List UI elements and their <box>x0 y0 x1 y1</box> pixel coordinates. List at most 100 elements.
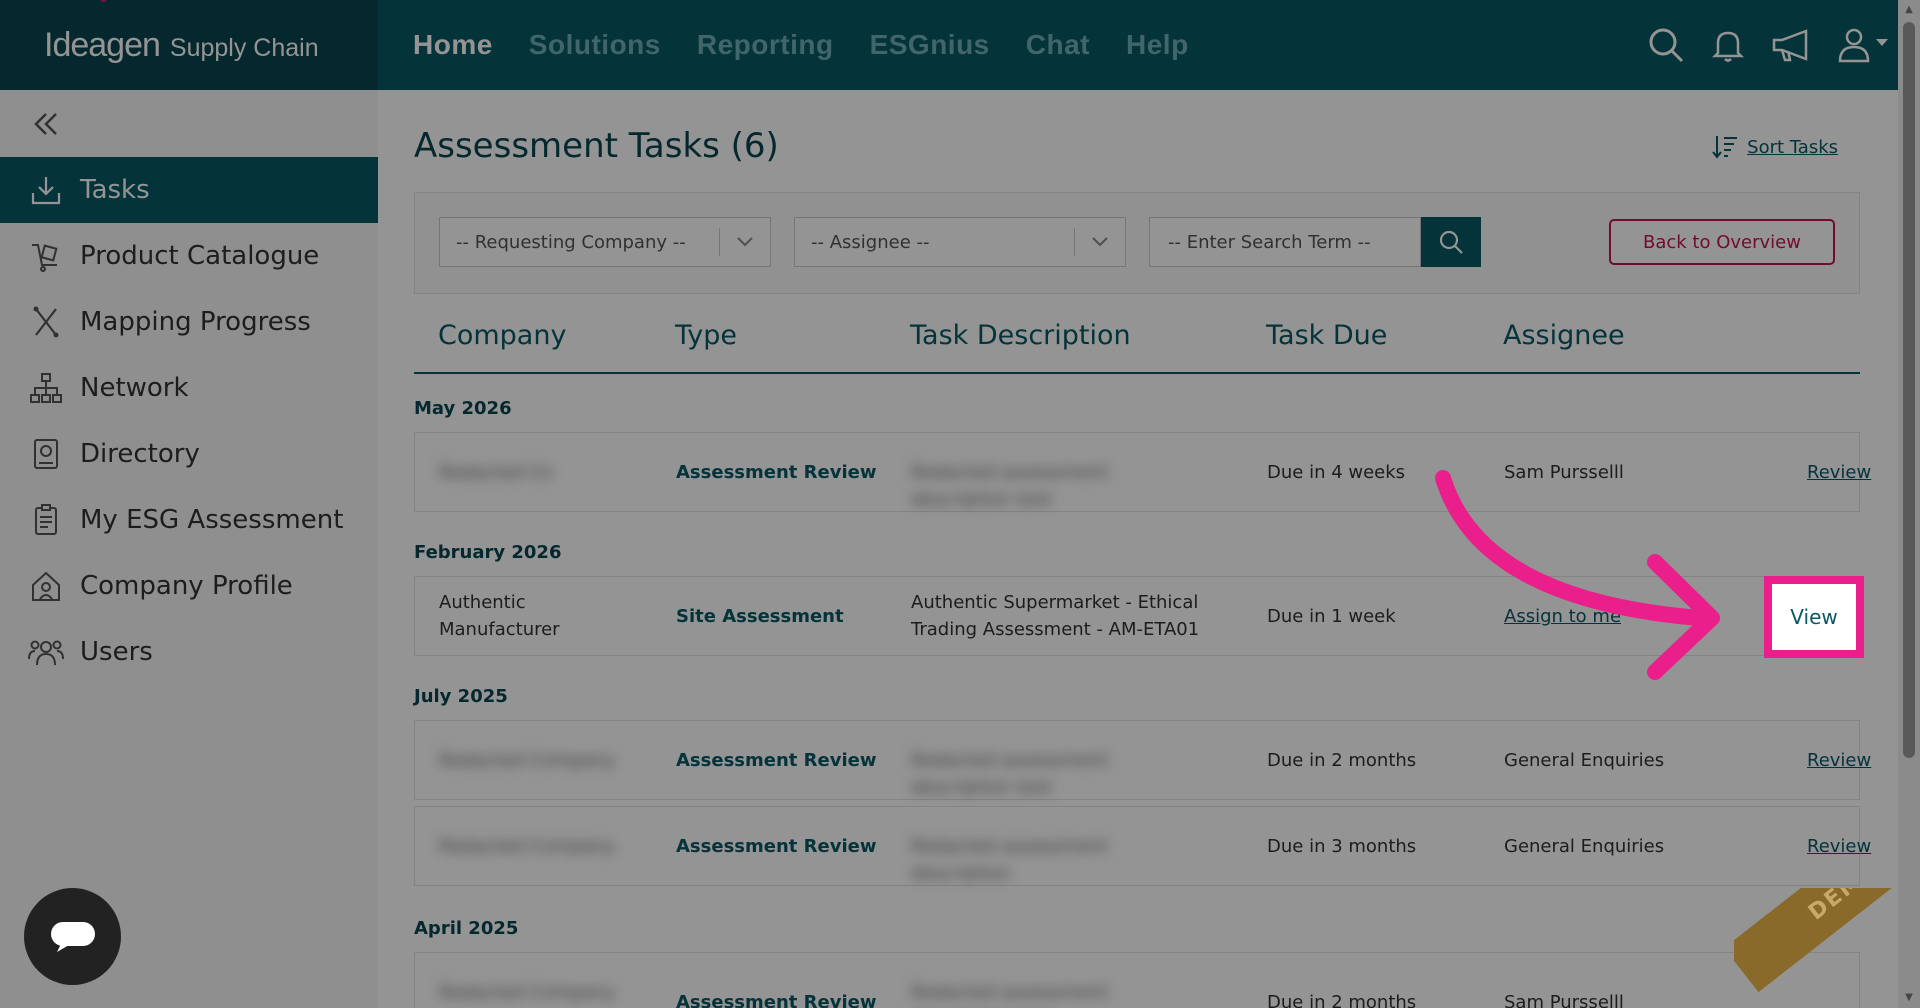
row-description: Redacted assessment description text <box>911 982 1109 1003</box>
tasks-icon <box>28 172 64 208</box>
row-company: Redacted Company <box>439 982 616 1003</box>
row-assignee: General Enquiries <box>1504 750 1665 771</box>
column-header-assignee[interactable]: Assignee <box>1503 320 1625 351</box>
assignee-select[interactable]: -- Assignee -- <box>794 217 1126 267</box>
row-assignee: Sam Pursselll <box>1504 462 1624 483</box>
column-header-task-due[interactable]: Task Due <box>1266 320 1387 351</box>
sidebar-item-my-esg-assessment[interactable]: My ESG Assessment <box>0 487 378 553</box>
logo-wordmark: Ideagen <box>44 25 161 64</box>
sidebar-item-label: Mapping Progress <box>80 307 311 337</box>
network-icon <box>28 370 64 406</box>
table-row: Redacted Company Assessment Review Redac… <box>414 952 1860 1008</box>
nav-help[interactable]: Help <box>1126 29 1189 61</box>
brand-logo[interactable]: Ideagen Supply Chain <box>0 0 378 90</box>
search-field[interactable] <box>1149 217 1421 267</box>
sidebar-item-label: Product Catalogue <box>80 241 320 271</box>
sort-tasks-label: Sort Tasks <box>1747 136 1838 158</box>
scrollbar[interactable]: ▲ ▼ <box>1898 0 1920 1008</box>
sidebar-item-label: Users <box>80 637 153 667</box>
search-icon <box>1439 230 1463 254</box>
chevron-down-icon <box>1075 236 1125 248</box>
table-row: Authentic Manufacturer Site Assessment A… <box>414 576 1860 656</box>
assign-to-me-link[interactable]: Assign to me <box>1504 603 1621 630</box>
review-link[interactable]: Review <box>1807 459 1871 486</box>
main-nav: Home Solutions Reporting ESGnius Chat He… <box>413 0 1189 90</box>
row-company: Redacted Company <box>439 836 616 857</box>
column-header-task-description[interactable]: Task Description <box>910 320 1131 351</box>
row-type: Assessment Review <box>676 750 877 771</box>
nav-home[interactable]: Home <box>413 29 493 61</box>
top-icon-group <box>1646 0 1890 90</box>
sidebar-item-label: Directory <box>80 439 200 469</box>
users-icon <box>28 634 64 670</box>
column-header-company[interactable]: Company <box>438 320 566 351</box>
sidebar-item-label: Tasks <box>80 175 150 205</box>
sidebar-item-label: My ESG Assessment <box>80 505 344 535</box>
bell-icon[interactable] <box>1708 25 1748 65</box>
clipboard-icon <box>28 502 64 538</box>
review-link[interactable]: Review <box>1807 747 1871 774</box>
sidebar-item-tasks[interactable]: Tasks <box>0 157 378 223</box>
view-task-button[interactable]: View <box>1764 576 1864 658</box>
sidebar-item-label: Network <box>80 373 189 403</box>
review-link[interactable]: Review <box>1807 833 1871 860</box>
group-label: April 2025 <box>414 918 519 939</box>
sort-icon <box>1712 136 1738 159</box>
nav-reporting[interactable]: Reporting <box>697 29 834 61</box>
sidebar-item-network[interactable]: Network <box>0 355 378 421</box>
company-icon <box>28 568 64 604</box>
table-header: Company Type Task Description Task Due A… <box>414 304 1860 374</box>
row-type: Site Assessment <box>676 606 844 627</box>
search-input[interactable] <box>1168 231 1408 253</box>
row-company: Authentic Manufacturer <box>439 592 560 640</box>
row-description: Redacted assessment description text <box>911 462 1109 510</box>
main-content: Assessment Tasks (6) Sort Tasks -- Reque… <box>378 90 1898 1008</box>
scroll-down-arrow-icon[interactable]: ▼ <box>1903 992 1915 1004</box>
chevron-down-icon <box>720 236 770 248</box>
collapse-sidebar-icon[interactable] <box>30 108 62 144</box>
search-button[interactable] <box>1421 217 1481 267</box>
table-row: Redacted Company Assessment Review Redac… <box>414 720 1871 800</box>
row-due: Due in 1 week <box>1267 606 1396 627</box>
nav-esgnius[interactable]: ESGnius <box>870 29 990 61</box>
user-icon[interactable] <box>1836 25 1890 65</box>
requesting-company-value: -- Requesting Company -- <box>456 231 686 253</box>
row-description: Authentic Supermarket - Ethical Trading … <box>911 592 1200 640</box>
back-to-overview-button[interactable]: Back to Overview <box>1609 219 1835 265</box>
sidebar-item-users[interactable]: Users <box>0 619 378 685</box>
mapping-icon <box>28 304 64 340</box>
requesting-company-select[interactable]: -- Requesting Company -- <box>439 217 771 267</box>
chat-launcher-button[interactable] <box>24 888 121 985</box>
row-due: Due in 2 months <box>1267 750 1417 771</box>
megaphone-icon[interactable] <box>1770 25 1814 65</box>
logo-dot-icon <box>100 0 107 2</box>
product-icon <box>28 238 64 274</box>
row-type: Assessment Review <box>676 836 877 857</box>
row-type: Assessment Review <box>676 992 877 1008</box>
sidebar-item-company-profile[interactable]: Company Profile <box>0 553 378 619</box>
sidebar-item-product-catalogue[interactable]: Product Catalogue <box>0 223 378 289</box>
sidebar-item-mapping-progress[interactable]: Mapping Progress <box>0 289 378 355</box>
row-due: Due in 3 months <box>1267 836 1417 857</box>
row-company: Redacted Company <box>439 750 616 771</box>
scroll-thumb[interactable] <box>1903 22 1915 758</box>
row-assignee: Sam Pursselll <box>1504 992 1624 1008</box>
sidebar: Tasks Product Catalogue Mapping Progress… <box>0 90 378 1008</box>
search-icon[interactable] <box>1646 25 1686 65</box>
sidebar-item-directory[interactable]: Directory <box>0 421 378 487</box>
nav-solutions[interactable]: Solutions <box>529 29 661 61</box>
sort-tasks-button[interactable]: Sort Tasks <box>1711 134 1838 160</box>
row-assignee: General Enquiries <box>1504 836 1665 857</box>
column-header-type[interactable]: Type <box>675 320 737 351</box>
nav-chat[interactable]: Chat <box>1026 29 1090 61</box>
row-type: Assessment Review <box>676 462 877 483</box>
chat-icon <box>50 921 95 952</box>
table-row: Redacted Company Assessment Review Redac… <box>414 806 1871 886</box>
row-description: Redacted assessment description <box>911 836 1109 884</box>
row-company: Redacted Co <box>439 462 553 483</box>
table-row: Redacted Co Assessment Review Redacted a… <box>414 432 1871 512</box>
group-label: May 2026 <box>414 398 512 419</box>
logo-product-name: Supply Chain <box>169 33 319 62</box>
scroll-up-arrow-icon[interactable]: ▲ <box>1903 4 1915 16</box>
sidebar-item-label: Company Profile <box>80 571 293 601</box>
